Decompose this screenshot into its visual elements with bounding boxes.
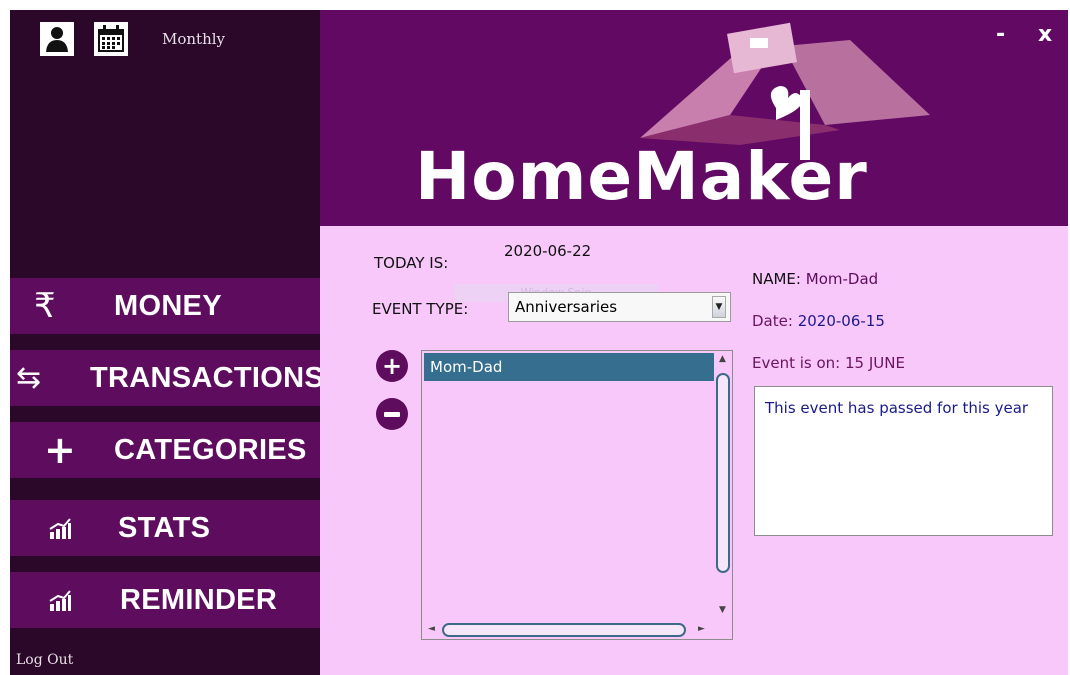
name-label: NAME: xyxy=(752,270,801,288)
nav-reminder-label: REMINDER xyxy=(120,583,278,616)
rupee-icon: ₹ xyxy=(34,286,56,326)
today-label: TODAY IS: xyxy=(374,254,449,272)
chevron-down-icon[interactable]: ▼ xyxy=(712,296,726,318)
nav-reminder[interactable]: REMINDER xyxy=(10,572,320,628)
app-header: HomeMaker - x xyxy=(320,10,1068,226)
event-list[interactable]: Mom-Dad ▲ ▼ ◄ ► xyxy=(421,350,733,640)
name-value: Mom-Dad xyxy=(805,270,879,288)
minimize-button[interactable]: - xyxy=(996,22,1005,47)
scroll-right-icon[interactable]: ► xyxy=(698,624,705,634)
nav-money[interactable]: ₹ MONEY xyxy=(10,278,320,334)
today-value: 2020-06-22 xyxy=(504,242,592,260)
event-status-box: This event has passed for this year xyxy=(754,386,1053,536)
nav-money-label: MONEY xyxy=(114,289,222,322)
event-type-label: EVENT TYPE: xyxy=(372,300,469,318)
calendar-icon[interactable] xyxy=(94,22,128,56)
homemaker-window: Monthly ₹ MONEY ⇆ TRANSACTIONS + CATEGOR… xyxy=(10,10,1068,675)
transfer-arrows-icon: ⇆ xyxy=(16,360,42,396)
vertical-scroll-thumb[interactable] xyxy=(716,373,730,573)
minus-icon xyxy=(384,411,400,417)
nav-stats[interactable]: STATS xyxy=(10,500,320,556)
plus-icon: + xyxy=(381,352,403,380)
user-profile-icon[interactable] xyxy=(40,22,74,56)
event-on-value: 15 JUNE xyxy=(845,354,905,372)
event-type-select[interactable]: Anniversaries ▼ xyxy=(508,292,731,322)
nav-stats-label: STATS xyxy=(118,511,211,544)
view-mode-label[interactable]: Monthly xyxy=(162,30,225,48)
close-button[interactable]: x xyxy=(1038,22,1052,47)
scroll-down-icon[interactable]: ▼ xyxy=(719,605,726,615)
event-status-message: This event has passed for this year xyxy=(765,399,1029,417)
list-item[interactable]: Mom-Dad xyxy=(424,353,714,381)
top-icons xyxy=(40,22,128,56)
horizontal-scrollbar[interactable]: ◄ ► xyxy=(422,621,732,639)
date-value: 2020-06-15 xyxy=(797,312,885,330)
event-name-row: NAME: Mom-Dad xyxy=(752,270,878,288)
add-event-button[interactable]: + xyxy=(376,350,408,382)
event-type-value: Anniversaries xyxy=(515,298,618,316)
date-label: Date: xyxy=(752,312,793,330)
event-date-row: Date: 2020-06-15 xyxy=(752,312,885,330)
event-on-label: Event is on: xyxy=(752,354,841,372)
remove-event-button[interactable] xyxy=(376,398,408,430)
brand-title: HomeMaker xyxy=(415,138,868,215)
horizontal-scroll-thumb[interactable] xyxy=(442,623,686,637)
nav-categories[interactable]: + CATEGORIES xyxy=(10,422,320,478)
scroll-up-icon[interactable]: ▲ xyxy=(719,354,726,364)
sidebar: Monthly ₹ MONEY ⇆ TRANSACTIONS + CATEGOR… xyxy=(10,10,324,675)
nav-categories-label: CATEGORIES xyxy=(114,433,307,466)
event-on-row: Event is on: 15 JUNE xyxy=(752,354,905,372)
plus-icon: + xyxy=(44,428,76,472)
scroll-left-icon[interactable]: ◄ xyxy=(428,624,435,634)
vertical-scrollbar[interactable]: ▲ ▼ xyxy=(715,351,732,623)
bar-chart-icon xyxy=(48,508,72,548)
nav-transactions[interactable]: ⇆ TRANSACTIONS xyxy=(10,350,324,406)
logout-link[interactable]: Log Out xyxy=(16,652,73,668)
nav-transactions-label: TRANSACTIONS xyxy=(90,361,324,394)
bar-chart-icon xyxy=(48,580,72,620)
reminder-panel: TODAY IS: 2020-06-22 Window Snip EVENT T… xyxy=(320,226,1068,675)
